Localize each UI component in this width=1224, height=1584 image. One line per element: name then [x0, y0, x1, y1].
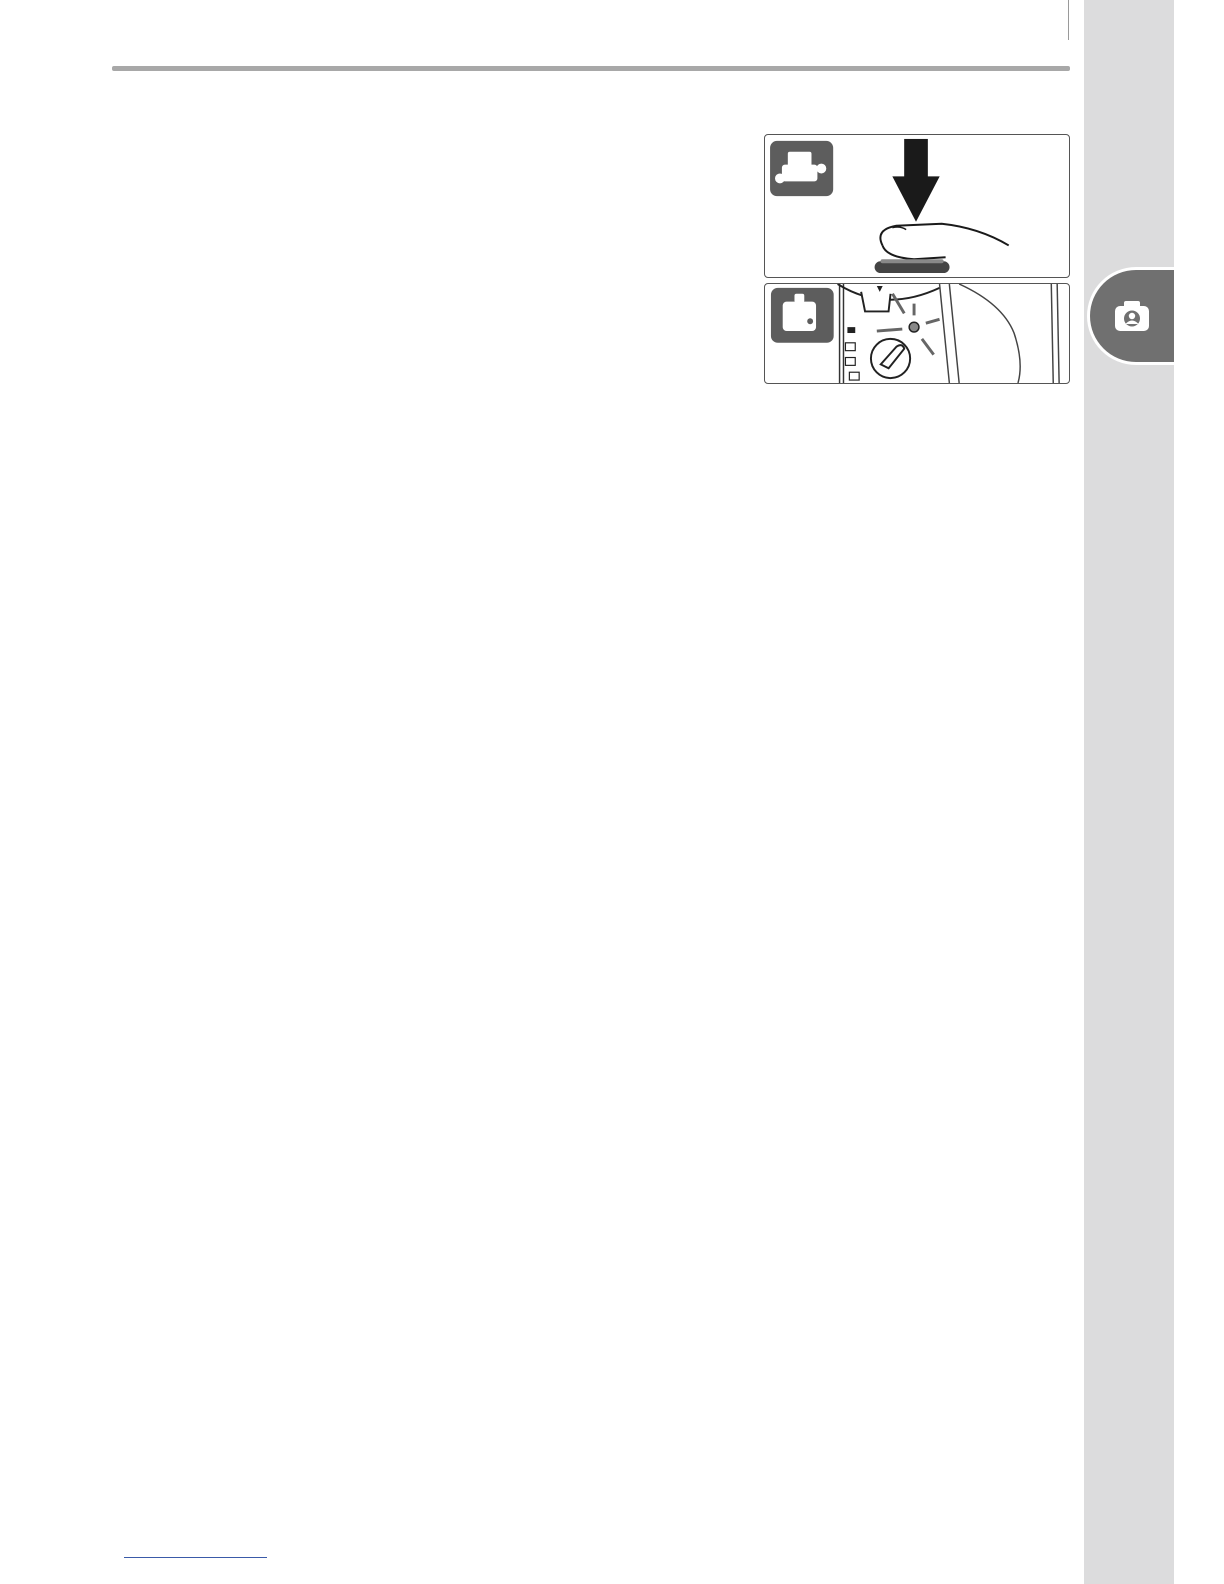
camera-icon: [1115, 301, 1149, 331]
shutter-press-illustration: [764, 134, 1070, 278]
margin-line: [1068, 0, 1069, 40]
manual-page: [0, 0, 1224, 1584]
focus-indicator-drawing: [770, 284, 1060, 383]
section-tab[interactable]: [1090, 270, 1174, 362]
shutter-press-drawing: [770, 138, 1010, 274]
focus-indicator-illustration: [764, 283, 1070, 384]
focus-indicator-lamp: [908, 321, 920, 333]
down-arrow-icon: [904, 138, 928, 179]
footnote-rule: [124, 1557, 267, 1558]
section-side-strip: [1084, 0, 1174, 1584]
header-rule: [112, 66, 1070, 71]
